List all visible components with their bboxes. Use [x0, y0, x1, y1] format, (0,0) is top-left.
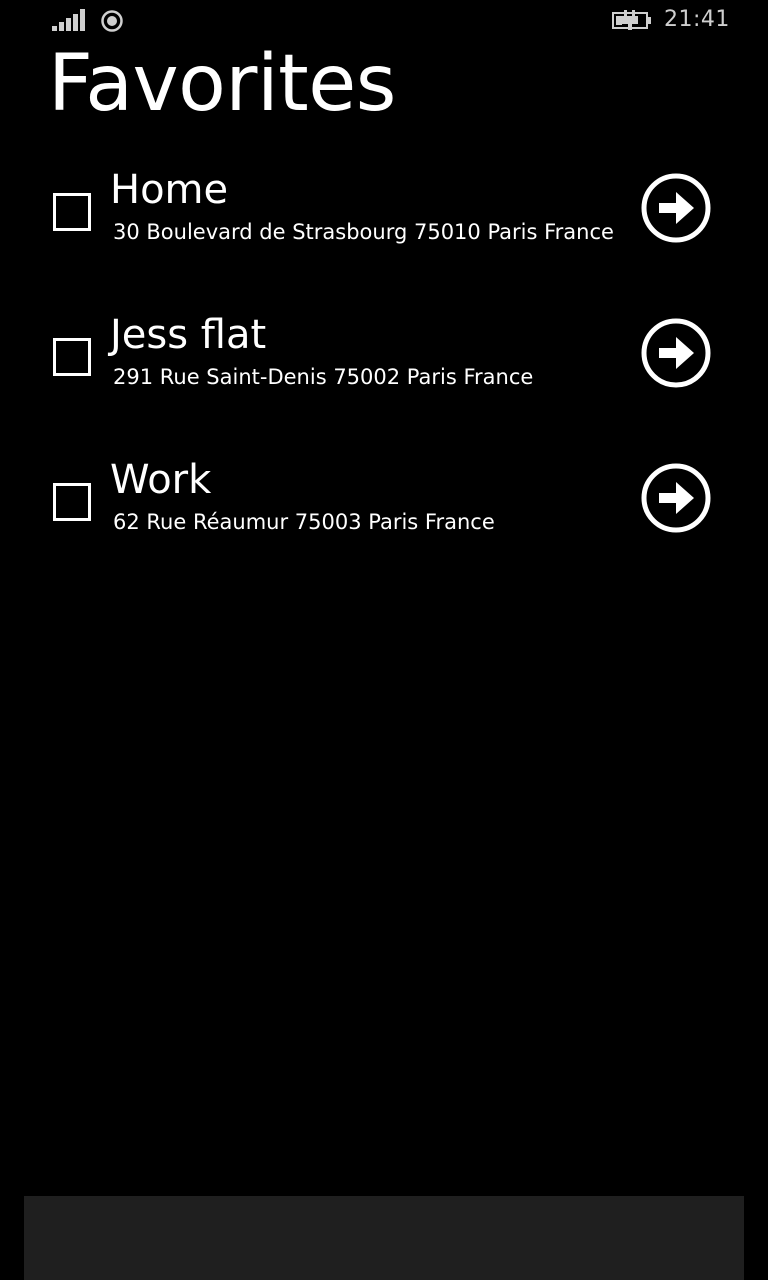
arrow-right-circle-icon[interactable]: [640, 462, 712, 534]
favorite-checkbox[interactable]: [53, 193, 91, 231]
favorite-checkbox[interactable]: [53, 483, 91, 521]
arrow-right-circle-icon[interactable]: [640, 317, 712, 389]
page-title: Favorites: [48, 39, 396, 129]
favorite-checkbox[interactable]: [53, 338, 91, 376]
favorite-address: 291 Rue Saint-Denis 75002 Paris France: [113, 365, 534, 389]
favorite-name: Work: [110, 457, 212, 503]
app-bar[interactable]: [24, 1196, 744, 1280]
list-item[interactable]: Work 62 Rue Réaumur 75003 Paris France: [0, 450, 768, 560]
status-bar: 21:41: [0, 0, 768, 40]
favorite-address: 62 Rue Réaumur 75003 Paris France: [113, 510, 495, 534]
arrow-right-circle-icon[interactable]: [640, 172, 712, 244]
location-icon: [101, 10, 123, 32]
list-item[interactable]: Home 30 Boulevard de Strasbourg 75010 Pa…: [0, 160, 768, 270]
favorite-name: Jess flat: [110, 312, 267, 358]
clock: 21:41: [664, 7, 730, 32]
signal-strength-icon: [52, 9, 85, 31]
favorite-name: Home: [110, 167, 229, 213]
battery-charging-icon: [612, 10, 651, 30]
favorite-address: 30 Boulevard de Strasbourg 75010 Paris F…: [113, 220, 614, 244]
list-item[interactable]: Jess flat 291 Rue Saint-Denis 75002 Pari…: [0, 305, 768, 415]
